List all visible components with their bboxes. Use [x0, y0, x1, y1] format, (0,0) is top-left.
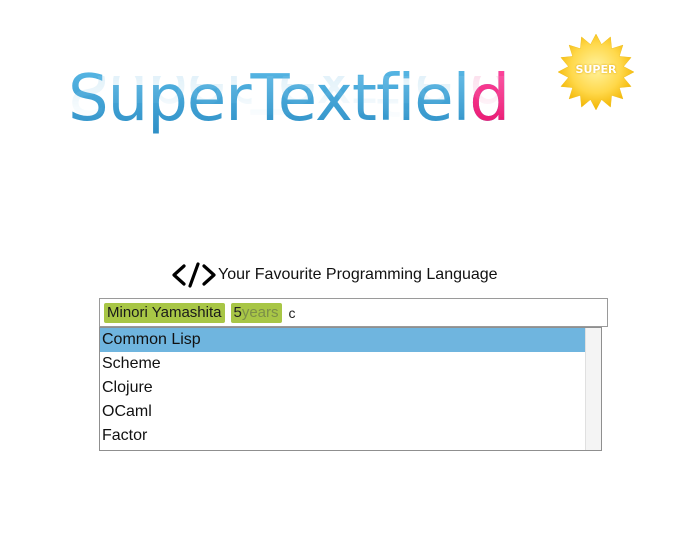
code-icon	[172, 262, 216, 288]
suggestion-item[interactable]: Common Lisp	[100, 328, 585, 352]
badge-label: SUPER	[575, 63, 617, 76]
typed-text[interactable]: c	[289, 305, 296, 321]
super-badge: SUPER	[556, 32, 636, 112]
language-input[interactable]: Minori Yamashita 5years c	[99, 298, 608, 327]
suggestion-dropdown[interactable]: Common Lisp Scheme Clojure OCaml Factor	[99, 327, 602, 451]
field-label-text: Your Favourite Programming Language	[218, 266, 498, 283]
suggestion-item[interactable]: Scheme	[100, 352, 585, 376]
suggestion-item[interactable]: OCaml	[100, 400, 585, 424]
suggestion-item[interactable]: Factor	[100, 424, 585, 448]
suggestion-list: Common Lisp Scheme Clojure OCaml Factor	[100, 328, 585, 448]
years-unit: years	[241, 303, 279, 321]
field-label: Your Favourite Programming Language	[172, 262, 498, 288]
suggestion-item[interactable]: Clojure	[100, 376, 585, 400]
app-logo: SuperTextfield SuperTextfield SUPER	[68, 33, 668, 168]
logo-reflection: SuperTextfield	[68, 76, 510, 124]
dropdown-scrollbar[interactable]	[585, 328, 601, 450]
name-token[interactable]: Minori Yamashita	[104, 302, 225, 323]
years-value: 5	[233, 303, 242, 321]
years-token[interactable]: 5years	[230, 302, 282, 323]
